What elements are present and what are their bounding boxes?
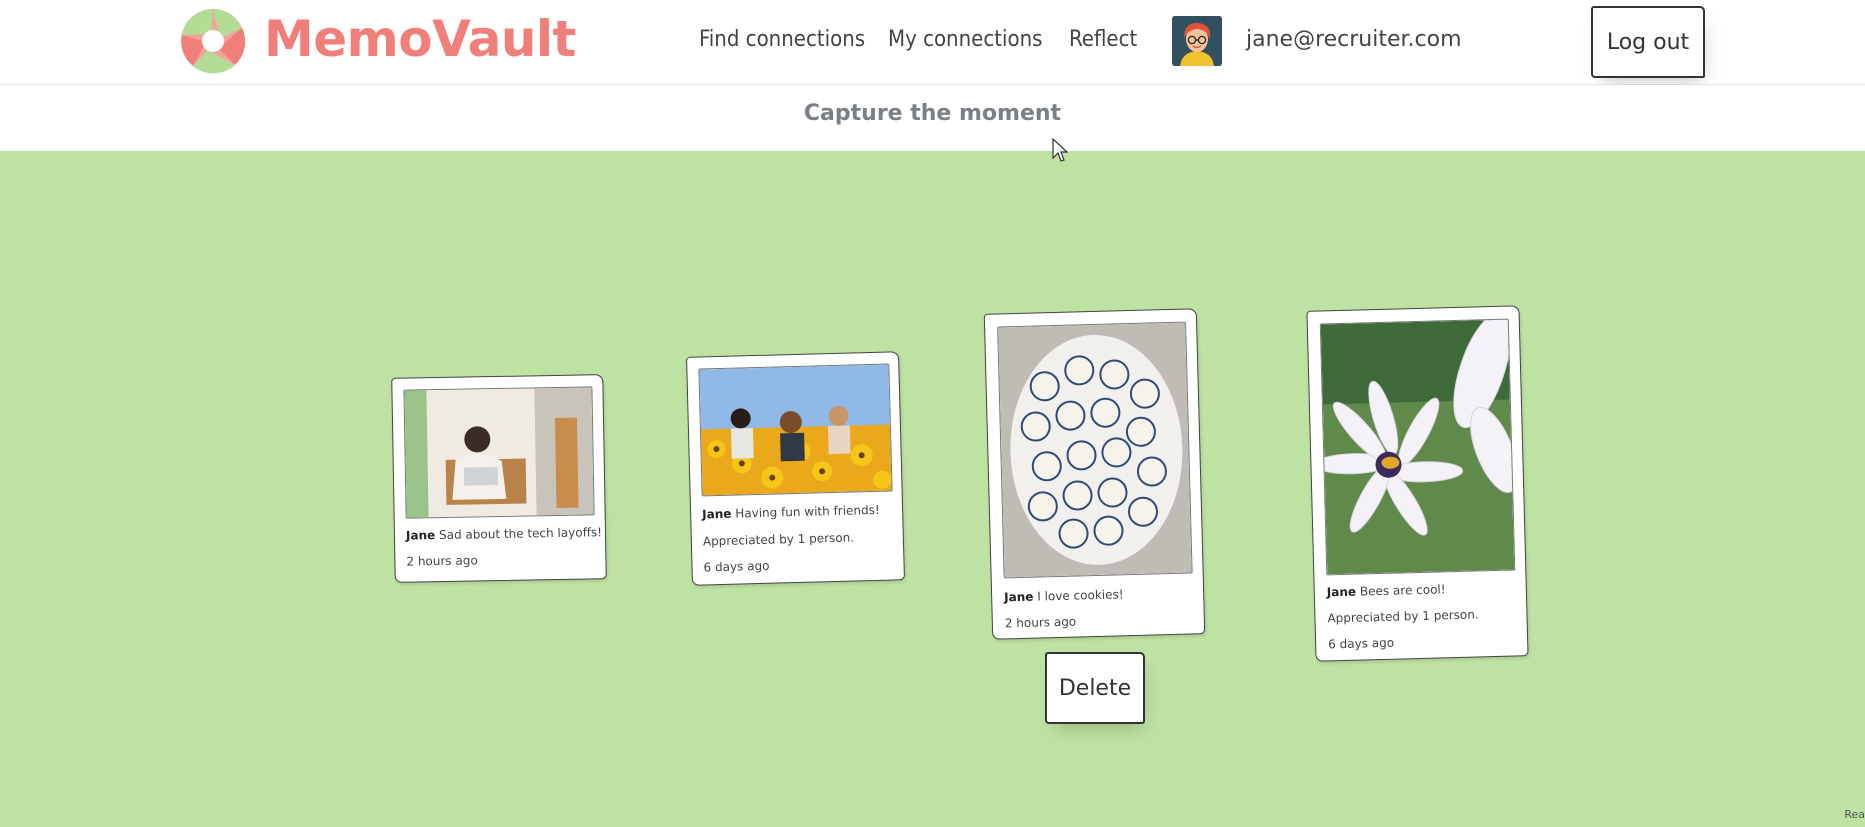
memory-photo[interactable] [997,321,1193,579]
memory-caption: Jane Having fun with friends! [702,503,880,522]
memory-card[interactable]: Jane Having fun with friends! Appreciate… [686,351,905,586]
memory-card[interactable]: Jane I love cookies! 2 hours ago [983,308,1206,640]
memory-text: Bees are cool! [1359,582,1446,599]
memory-author[interactable]: Jane [1327,585,1357,600]
memory-card[interactable]: Jane Sad about the tech layoffs! 2 hours… [391,374,607,583]
memory-photo[interactable] [403,386,595,519]
memory-time: 2 hours ago [1004,614,1077,631]
subheader: Capture the moment [0,85,1865,151]
logout-button[interactable]: Log out [1591,6,1705,78]
memory-appreciation[interactable]: Appreciated by 1 person. [703,530,855,548]
brand-name[interactable]: MemoVault [264,6,576,72]
memory-card[interactable]: Jane Bees are cool! Appreciated by 1 per… [1306,305,1529,662]
avatar[interactable] [1172,16,1222,66]
user-email[interactable]: jane@recruiter.com [1246,20,1462,60]
aperture-logo-icon[interactable] [180,8,246,74]
page-tagline: Capture the moment [803,101,1062,126]
memory-time: 6 days ago [703,558,770,575]
memory-text: Sad about the tech layoffs! [438,525,603,543]
memory-appreciation[interactable]: Appreciated by 1 person. [1327,607,1479,625]
memory-author[interactable]: Jane [702,507,732,522]
memory-time: 2 hours ago [406,553,478,569]
delete-button[interactable]: Delete [1045,652,1145,724]
memory-photo[interactable] [1319,318,1516,576]
memory-caption: Jane Bees are cool! [1327,582,1446,599]
memory-text: Having fun with friends! [735,502,880,521]
memory-author[interactable]: Jane [1004,590,1034,605]
memory-caption: Jane I love cookies! [1004,587,1124,604]
memory-caption: Jane Sad about the tech layoffs! [406,525,602,542]
memory-board: Jane Sad about the tech layoffs! 2 hours… [0,151,1865,827]
memory-time: 6 days ago [1327,635,1395,652]
memory-text: I love cookies! [1037,587,1124,604]
top-navigation-bar: MemoVault Find connections My connection… [0,0,1865,85]
nav-my-connections[interactable]: My connections [888,20,1042,60]
mouse-pointer-icon [1052,138,1068,162]
nav-find-connections[interactable]: Find connections [699,20,865,60]
memory-author[interactable]: Jane [406,528,435,543]
memory-photo[interactable] [698,363,893,497]
nav-reflect[interactable]: Reflect [1069,20,1137,60]
corner-text[interactable]: Rea [1844,808,1865,821]
